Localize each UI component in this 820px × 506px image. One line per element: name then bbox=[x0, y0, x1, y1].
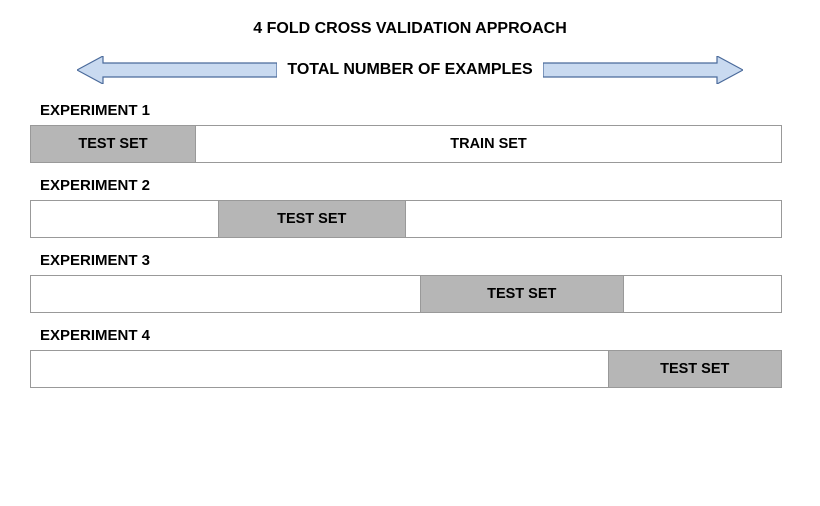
experiment-label: EXPERIMENT 3 bbox=[40, 252, 790, 269]
experiment-label: EXPERIMENT 2 bbox=[40, 177, 790, 194]
experiment-label: EXPERIMENT 1 bbox=[40, 102, 790, 119]
segment-test: TEST SET bbox=[609, 351, 782, 387]
segment-empty bbox=[31, 201, 219, 237]
experiment-bar: TEST SET TRAIN SET bbox=[30, 125, 782, 163]
arrow-left-icon bbox=[77, 56, 277, 84]
subtitle-text: TOTAL NUMBER OF EXAMPLES bbox=[287, 61, 532, 79]
segment-test: TEST SET bbox=[219, 201, 407, 237]
segment-test: TEST SET bbox=[31, 126, 196, 162]
segment-train: TRAIN SET bbox=[196, 126, 781, 162]
segment-test: TEST SET bbox=[421, 276, 624, 312]
segment-empty bbox=[31, 276, 421, 312]
segment-empty bbox=[31, 351, 609, 387]
arrow-right-icon bbox=[543, 56, 743, 84]
diagram-title: 4 FOLD CROSS VALIDATION APPROACH bbox=[30, 20, 790, 38]
experiment-label: EXPERIMENT 4 bbox=[40, 327, 790, 344]
segment-empty bbox=[406, 201, 781, 237]
experiment-bar: TEST SET bbox=[30, 200, 782, 238]
segment-empty bbox=[624, 276, 782, 312]
experiment-bar: TEST SET bbox=[30, 350, 782, 388]
subtitle-arrow-row: TOTAL NUMBER OF EXAMPLES bbox=[30, 56, 790, 84]
experiment-bar: TEST SET bbox=[30, 275, 782, 313]
